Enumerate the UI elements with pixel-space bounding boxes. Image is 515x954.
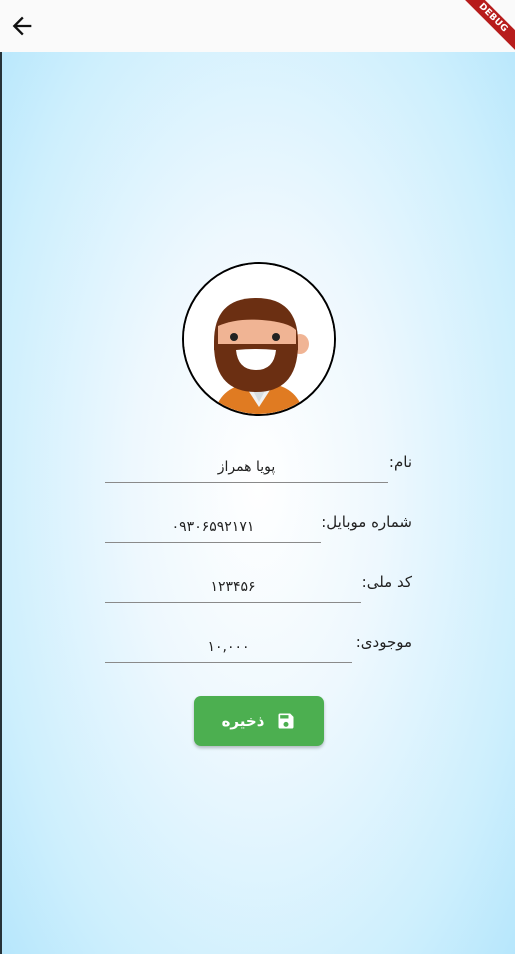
save-button-label: ذخیره <box>221 712 265 730</box>
national-id-input[interactable] <box>105 572 361 602</box>
national-id-label: کد ملی: <box>361 573 412 591</box>
profile-form-area <box>0 52 515 954</box>
floppy-disk-icon <box>278 713 294 729</box>
national-id-field[interactable] <box>105 572 361 603</box>
balance-label: موجودی: <box>355 633 412 651</box>
mobile-input[interactable] <box>105 512 321 542</box>
balance-input[interactable] <box>105 632 352 662</box>
save-button[interactable]: ذخیره <box>194 696 324 746</box>
debug-banner-container: DEBUG <box>455 0 515 60</box>
mobile-label: شماره موبایل: <box>321 513 412 531</box>
name-label: نام: <box>388 453 412 471</box>
avatar <box>182 262 336 416</box>
mobile-field[interactable] <box>105 512 321 543</box>
bearded-man-avatar-icon <box>184 264 334 414</box>
debug-banner: DEBUG <box>456 0 515 55</box>
arrow-left-icon <box>12 16 32 36</box>
balance-field[interactable] <box>105 632 352 663</box>
name-input[interactable] <box>105 452 388 482</box>
back-button[interactable] <box>8 12 36 40</box>
app-bar <box>0 0 515 52</box>
name-field[interactable] <box>105 452 388 483</box>
